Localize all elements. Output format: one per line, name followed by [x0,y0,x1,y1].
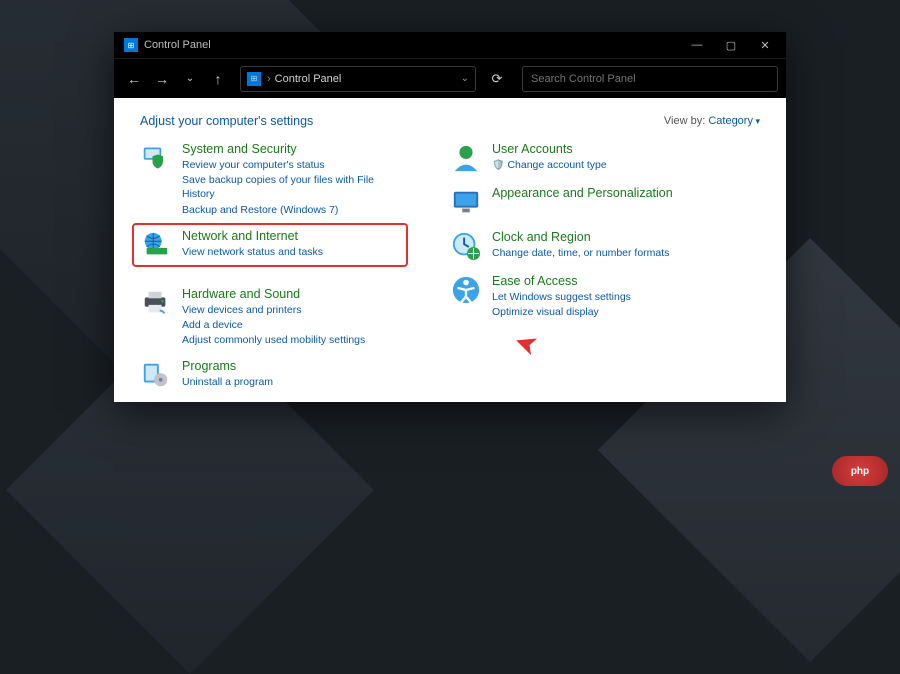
link-network-status[interactable]: View network status and tasks [182,245,323,259]
content-area: Adjust your computer's settings View by:… [114,98,786,402]
control-panel-icon: ⊞ [124,38,138,52]
link-suggest-settings[interactable]: Let Windows suggest settings [492,290,631,304]
link-review-status[interactable]: Review your computer's status [182,158,400,172]
globe-icon [140,229,172,261]
titlebar: ⊞ Control Panel — ▢ ✕ [114,32,786,58]
category-appearance: Appearance and Personalization [450,186,710,218]
link-add-device[interactable]: Add a device [182,318,365,332]
category-network-internet: Network and Internet View network status… [140,229,400,261]
navbar: ← → ⌄ ↑ ⊞ › Control Panel ⌄ ⟳ [114,58,786,98]
category-title-clock[interactable]: Clock and Region [492,230,669,245]
link-devices-printers[interactable]: View devices and printers [182,303,365,317]
category-title-programs[interactable]: Programs [182,359,273,374]
link-optimize-display[interactable]: Optimize visual display [492,305,631,319]
up-button[interactable]: ↑ [206,67,230,91]
link-date-time-formats[interactable]: Change date, time, or number formats [492,246,669,260]
refresh-button[interactable]: ⟳ [484,66,510,92]
link-mobility[interactable]: Adjust commonly used mobility settings [182,333,365,347]
clock-icon [450,230,482,262]
link-backup-restore[interactable]: Backup and Restore (Windows 7) [182,203,400,217]
forward-button[interactable]: → [150,67,174,91]
highlight-annotation: Network and Internet View network status… [132,223,408,267]
recent-dropdown[interactable]: ⌄ [178,67,202,91]
category-title-network[interactable]: Network and Internet [182,229,323,244]
address-dropdown-icon[interactable]: ⌄ [461,73,469,84]
minimize-button[interactable]: — [680,32,714,58]
category-programs: Programs Uninstall a program [140,359,400,391]
category-ease-of-access: Ease of Access Let Windows suggest setti… [450,274,710,319]
address-path: Control Panel [275,73,342,85]
breadcrumb-separator: › [267,73,271,85]
maximize-button[interactable]: ▢ [714,32,748,58]
watermark-badge: php [832,456,888,486]
address-bar[interactable]: ⊞ › Control Panel ⌄ [240,66,476,92]
category-hardware-sound: Hardware and Sound View devices and prin… [140,287,400,348]
link-uninstall[interactable]: Uninstall a program [182,375,273,389]
category-title-appearance[interactable]: Appearance and Personalization [492,186,673,201]
view-by: View by: Category [664,115,760,127]
shield-monitor-icon [140,142,172,174]
programs-icon [140,359,172,391]
link-file-history[interactable]: Save backup copies of your files with Fi… [182,173,400,201]
category-system-security: System and Security Review your computer… [140,142,400,217]
category-user-accounts: User Accounts 🛡️ Change account type [450,142,710,174]
window-title: Control Panel [144,39,211,51]
search-input[interactable] [531,73,769,85]
address-icon: ⊞ [247,72,261,86]
search-box[interactable] [522,66,778,92]
printer-icon [140,287,172,319]
back-button[interactable]: ← [122,67,146,91]
ease-of-access-icon [450,274,482,306]
category-title-users[interactable]: User Accounts [492,142,607,157]
control-panel-window: ⊞ Control Panel — ▢ ✕ ← → ⌄ ↑ ⊞ › Contro… [114,32,786,402]
monitor-icon [450,186,482,218]
uac-shield-icon: 🛡️ [492,160,504,171]
category-title-hardware[interactable]: Hardware and Sound [182,287,365,302]
category-title-system[interactable]: System and Security [182,142,400,157]
user-icon [450,142,482,174]
link-change-account[interactable]: Change account type [507,158,606,172]
page-title: Adjust your computer's settings [140,114,313,128]
category-clock-region: Clock and Region Change date, time, or n… [450,230,710,262]
close-button[interactable]: ✕ [748,32,782,58]
view-by-dropdown[interactable]: Category [708,115,760,127]
category-title-ease[interactable]: Ease of Access [492,274,631,289]
